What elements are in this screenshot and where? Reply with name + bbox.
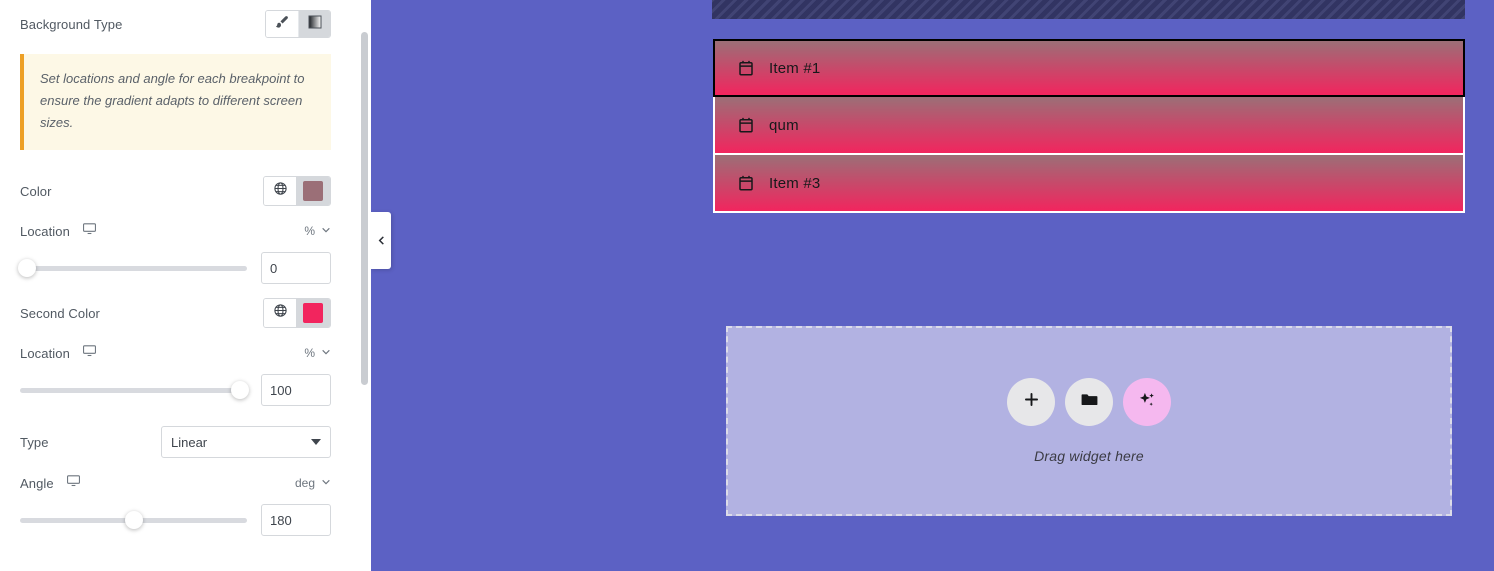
list-item-label: qum xyxy=(769,116,799,134)
globe-icon xyxy=(273,303,288,323)
gradient-type-label: Type xyxy=(20,434,49,450)
gradient-icon xyxy=(307,14,323,35)
monitor-icon[interactable] xyxy=(82,343,97,363)
color-label: Color xyxy=(20,183,52,199)
open-folder-button[interactable] xyxy=(1065,378,1113,426)
ai-widget-button[interactable] xyxy=(1123,378,1171,426)
dropzone-hint-text: Drag widget here xyxy=(1034,448,1144,464)
list-item[interactable]: qum xyxy=(713,97,1465,155)
background-type-label: Background Type xyxy=(20,16,123,32)
color-location-slider[interactable] xyxy=(17,259,247,277)
second-color-location-value-input[interactable] xyxy=(261,374,331,406)
angle-row: Angle deg xyxy=(20,468,331,498)
add-widget-button[interactable] xyxy=(1007,378,1055,426)
angle-label: Angle xyxy=(20,475,54,491)
gradient-type-select[interactable]: Linear xyxy=(161,426,331,458)
color-swatch-button[interactable] xyxy=(296,177,330,205)
chevron-down-icon xyxy=(321,476,331,490)
second-color-location-row: Location % xyxy=(20,338,331,368)
plus-icon xyxy=(1022,390,1041,414)
second-color-swatch-group[interactable] xyxy=(263,298,331,328)
calendar-icon xyxy=(737,174,755,192)
background-type-toggle-group[interactable] xyxy=(265,10,331,38)
list-item[interactable]: Item #3 xyxy=(713,155,1465,213)
second-color-global-button[interactable] xyxy=(264,299,296,327)
chevron-down-icon xyxy=(321,224,331,238)
second-color-location-slider-track xyxy=(20,387,247,393)
second-color-location-unit-selector[interactable]: % xyxy=(304,346,331,360)
color-row: Color xyxy=(20,174,331,208)
settings-panel: Background Type Set locations and angle … xyxy=(0,0,371,571)
second-color-swatch-button[interactable] xyxy=(296,299,330,327)
second-color-location-unit-label: % xyxy=(304,346,315,360)
second-color-location-slider-thumb[interactable] xyxy=(231,381,250,399)
color-location-slider-track xyxy=(20,265,247,271)
top-striped-section xyxy=(712,0,1465,19)
folder-icon xyxy=(1080,390,1099,414)
panel-scrollbar[interactable] xyxy=(361,0,368,571)
widget-list: Item #1 qum Item #3 xyxy=(713,39,1465,213)
background-type-classic-button[interactable] xyxy=(266,11,298,37)
second-color-location-slider-row xyxy=(20,370,331,410)
chevron-left-icon xyxy=(376,235,387,246)
list-item[interactable]: Item #1 xyxy=(713,39,1465,97)
second-color-row: Second Color xyxy=(20,296,331,330)
angle-slider[interactable] xyxy=(20,511,247,529)
color-swatch-chip xyxy=(303,181,323,201)
second-color-label: Second Color xyxy=(20,305,100,321)
dropzone-actions xyxy=(1007,378,1171,426)
angle-slider-thumb[interactable] xyxy=(124,511,143,529)
monitor-icon[interactable] xyxy=(82,221,97,241)
preview-canvas: Item #1 qum Item #3 Drag widget here xyxy=(371,0,1494,571)
angle-value-input[interactable] xyxy=(261,504,331,536)
color-location-row: Location % xyxy=(20,216,331,246)
app-root: Background Type Set locations and angle … xyxy=(0,0,1494,571)
calendar-icon xyxy=(737,116,755,134)
angle-unit-label: deg xyxy=(294,476,315,490)
globe-icon xyxy=(273,181,288,201)
color-location-unit-label: % xyxy=(304,224,315,238)
sparkle-icon xyxy=(1137,390,1157,415)
paintbrush-icon xyxy=(274,14,290,35)
color-location-slider-row xyxy=(17,248,331,288)
angle-unit-selector[interactable]: deg xyxy=(295,476,331,490)
angle-slider-row xyxy=(20,500,331,540)
second-color-location-slider[interactable] xyxy=(20,381,250,399)
gradient-info-notice: Set locations and angle for each breakpo… xyxy=(20,54,331,150)
panel-scrollbar-thumb[interactable] xyxy=(361,32,368,385)
second-color-swatch-chip xyxy=(303,303,323,323)
monitor-icon[interactable] xyxy=(66,473,81,493)
panel-collapse-handle[interactable] xyxy=(371,212,391,269)
color-location-value-input[interactable] xyxy=(261,252,331,284)
color-location-label: Location xyxy=(20,223,70,239)
chevron-down-icon xyxy=(321,346,331,360)
background-type-row: Background Type xyxy=(20,0,331,38)
background-type-gradient-button[interactable] xyxy=(298,11,330,37)
calendar-icon xyxy=(737,59,755,77)
gradient-type-row: Type Linear xyxy=(20,424,331,460)
second-color-location-label: Location xyxy=(20,345,70,361)
color-global-button[interactable] xyxy=(264,177,296,205)
list-item-label: Item #3 xyxy=(769,174,821,192)
color-swatch-group[interactable] xyxy=(263,176,331,206)
gradient-info-text: Set locations and angle for each breakpo… xyxy=(40,71,305,130)
color-location-unit-selector[interactable]: % xyxy=(304,224,331,238)
color-location-slider-thumb[interactable] xyxy=(17,259,36,277)
list-item-label: Item #1 xyxy=(769,59,821,77)
widget-dropzone[interactable]: Drag widget here xyxy=(726,326,1452,516)
